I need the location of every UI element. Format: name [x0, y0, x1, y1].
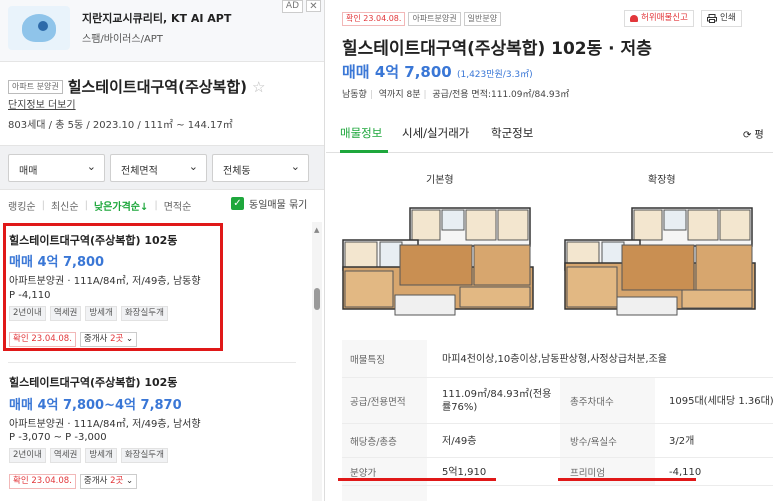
area-info: 공급/전용 면적:111.09㎡/84.93㎡	[432, 90, 570, 100]
complex-info: 803세대 / 총 5동 / 2023.10 / 111㎡ ~ 144.17㎡	[8, 120, 233, 131]
sort-ranking[interactable]: 랭킹순	[8, 198, 36, 213]
complex-more-link[interactable]: 단지정보 더보기	[8, 96, 76, 111]
table-row: 매물특징 마피4천이상,10층이상,남동판상형,사정상급처분,조율	[342, 340, 773, 378]
tag: 역세권	[49, 448, 82, 463]
price-per-area: (1,423만원/3.3㎡)	[456, 70, 533, 80]
print-label: 인쇄	[720, 13, 736, 23]
close-icon[interactable]: ✕	[306, 0, 321, 12]
scrollbar-thumb[interactable]	[314, 288, 320, 310]
detail-price-value: 매매 4억 7,800	[342, 63, 452, 81]
underline-highlight	[338, 478, 496, 481]
group-same-checkbox[interactable]: ✓ 동일매물 묶기	[231, 196, 307, 211]
row-label: 총주차대수	[560, 378, 655, 423]
report-label: 허위매물신고	[641, 13, 688, 23]
direction: 남동향	[342, 90, 367, 100]
row-value: 111.09㎡/84.93㎡(전용률76%)	[442, 389, 552, 413]
tab-school[interactable]: 학군정보	[491, 125, 533, 141]
plan-basic-label: 기본형	[426, 175, 454, 186]
report-button[interactable]: 허위매물신고	[624, 10, 694, 27]
detail-badges: 확인 23.04.08. 아파트분양권 일반분양	[342, 12, 504, 26]
row-label: 방수/욕실수	[560, 424, 655, 457]
area-value: 전체면적	[121, 166, 158, 177]
chevron-down-icon: ⌄	[86, 160, 96, 173]
row-value: 5억1,910	[442, 466, 487, 478]
check-icon: ✓	[231, 197, 244, 210]
area-select[interactable]: 전체면적 ⌄	[110, 154, 207, 182]
scrollbar[interactable]	[312, 222, 322, 501]
tag: 2년이내	[9, 448, 46, 463]
confirm-badge: 확인 23.04.08.	[342, 12, 406, 26]
building-select[interactable]: 전체동 ⌄	[212, 154, 309, 182]
trade-type-value: 매매	[19, 166, 38, 177]
row-value: 3/2개	[669, 435, 695, 447]
chevron-down-icon: ⌄	[126, 476, 134, 486]
chevron-down-icon: ⌄	[188, 160, 198, 173]
detail-title: 힐스테이트대구역(주상복합) 102동 · 저층	[342, 39, 652, 59]
row-value: 1095대(세대당 1.36대)	[669, 395, 773, 407]
sort-low-price[interactable]: 낮은가격순↓	[94, 198, 148, 213]
siren-icon	[630, 15, 638, 22]
chevron-down-icon: ⌄	[290, 160, 300, 173]
underline-highlight	[558, 478, 696, 481]
broker-count: 2곳	[110, 476, 124, 486]
group-same-label: 동일매물 묶기	[249, 200, 308, 211]
ad-tag: AD	[281, 0, 303, 13]
listing-name: 힐스테이트대구역(주상복합) 102동	[9, 376, 178, 389]
print-button[interactable]: 인쇄	[701, 10, 742, 27]
detail-tabs: 매물정보 시세/실거래가 학군정보	[326, 113, 773, 153]
table-row	[342, 486, 427, 501]
row-label: 매물특징	[342, 340, 427, 377]
table-row: 공급/전용면적 111.09㎡/84.93㎡(전용률76%) 총주차대수 109…	[342, 378, 773, 424]
listing-tags: 2년이내 역세권 방세개 화장실두개	[9, 448, 172, 463]
tab-listing-info[interactable]: 매물정보	[340, 125, 382, 141]
listing-item[interactable]: 힐스테이트대구역(주상복합) 102동 매매 4억 7,800~4억 7,870…	[0, 362, 310, 501]
print-icon	[707, 14, 717, 23]
floor-plan-basic[interactable]	[340, 205, 536, 320]
row-label: 해당층/총층	[342, 424, 427, 457]
tab-market-price[interactable]: 시세/실거래가	[402, 125, 469, 141]
table-row: 해당층/총층 저/49층 방수/욕실수 3/2개	[342, 424, 773, 458]
detail-price: 매매 4억 7,800 (1,423만원/3.3㎡)	[342, 61, 533, 82]
type-badge: 아파트분양권	[408, 12, 461, 26]
listing-panel: 지란지교시큐리티, KT AI APT 스팸/바이러스/APT AD ✕ 아파트…	[0, 0, 325, 501]
listing-desc: 아파트분양권 · 111A/84㎡, 저/49층, 남서향	[9, 419, 201, 430]
tag: 방세개	[85, 448, 117, 463]
tab-underline	[340, 150, 388, 153]
sort-options: 랭킹순 | 최신순 | 낮은가격순↓ | 면적순	[8, 198, 192, 213]
detail-panel: 확인 23.04.08. 아파트분양권 일반분양 허위매물신고 인쇄 힐스테이트…	[326, 0, 773, 501]
complex-title: 힐스테이트대구역(주상복합)	[67, 78, 248, 96]
scroll-up-icon[interactable]: ▲	[314, 226, 319, 234]
ad-title[interactable]: 지란지교시큐리티, KT AI APT	[82, 10, 231, 26]
table-row: 분양가 5억1,910 프리미엄 -4,110	[342, 458, 773, 486]
listing-price: 매매 4억 7,800~4억 7,870	[9, 398, 182, 413]
detail-meta: 남동향 | 역까지 8분 | 공급/전용 면적:111.09㎡/84.93㎡	[342, 90, 570, 100]
broker-button[interactable]: 중개사 2곳 ⌄	[79, 474, 138, 489]
floor-plan-extended[interactable]	[562, 205, 758, 320]
ad-banner[interactable]: 지란지교시큐리티, KT AI APT 스팸/바이러스/APT AD ✕	[0, 0, 324, 62]
row-value: -4,110	[669, 466, 702, 478]
confirm-date: 확인 23.04.08.	[9, 474, 76, 489]
listing-premium: P -3,070 ~ P -3,000	[9, 432, 107, 443]
trade-type-select[interactable]: 매매 ⌄	[8, 154, 105, 182]
station-distance: 역까지 8분	[378, 90, 421, 100]
row-value: 마피4천이상,10층이상,남동판상형,사정상급처분,조율	[442, 353, 668, 365]
ad-logo-icon	[8, 6, 70, 50]
highlight-box	[3, 223, 223, 351]
tag: 화장실두개	[120, 448, 168, 463]
broker-label: 중개사	[83, 476, 111, 486]
filter-bar: 매매 ⌄ 전체면적 ⌄ 전체동 ⌄	[0, 145, 324, 190]
star-icon[interactable]: ☆	[252, 78, 265, 96]
row-label: 공급/전용면적	[342, 378, 427, 423]
refresh-button[interactable]: ⟳ 평	[743, 126, 764, 141]
row-value: 저/49층	[442, 435, 477, 447]
complex-type-badge: 아파트 분양권	[8, 79, 63, 94]
sort-area[interactable]: 면적순	[164, 198, 192, 213]
sale-type-badge: 일반분양	[463, 12, 502, 26]
ad-subtitle: 스팸/바이러스/APT	[82, 34, 163, 45]
plan-ext-label: 확장형	[648, 175, 676, 186]
sort-latest[interactable]: 최신순	[51, 198, 79, 213]
building-value: 전체동	[223, 166, 251, 177]
